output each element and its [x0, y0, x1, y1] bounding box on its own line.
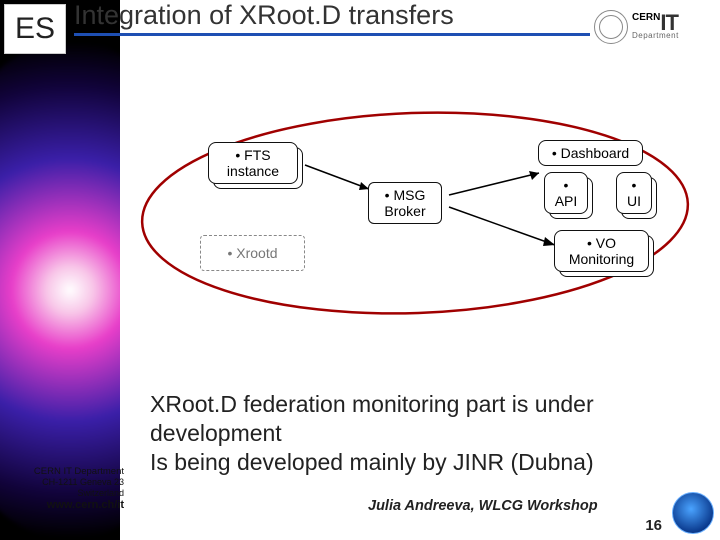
architecture-diagram: • FTS instance • MSG Broker • Dashboard … [130, 100, 705, 350]
addr-line-3: Switzerland [2, 488, 124, 499]
cern-rings-icon [594, 10, 628, 44]
sidebar-decoration [0, 0, 120, 540]
slide-title: Integration of XRoot.D transfers [74, 0, 590, 36]
node-vo-monitoring: • VO Monitoring [554, 230, 649, 272]
node-ui: • UI [616, 172, 652, 214]
node-fts-instance: • FTS instance [208, 142, 298, 184]
addr-line-2: CH-1211 Geneva 23 [2, 477, 124, 488]
node-dashboard: • Dashboard [538, 140, 643, 166]
node-api: • API [544, 172, 588, 214]
node-xrootd: • Xrootd [200, 235, 305, 271]
cern-globe-icon [672, 492, 714, 534]
es-badge: ES [4, 4, 66, 54]
slide: ES Integration of XRoot.D transfers CERN… [0, 0, 720, 540]
body-paragraph: XRoot.D federation monitoring part is un… [150, 390, 690, 476]
addr-line-1: CERN IT Department [2, 466, 124, 477]
footer-url: www.cern.ch/it [2, 499, 124, 512]
page-number: 16 [645, 517, 662, 534]
node-msg-broker: • MSG Broker [368, 182, 442, 224]
footer-address: CERN IT Department CH-1211 Geneva 23 Swi… [2, 466, 124, 512]
logo-dept-label: Department [632, 33, 679, 40]
author-credit: Julia Andreeva, WLCG Workshop [368, 498, 598, 514]
cern-it-logo: CERNIT Department [594, 6, 712, 48]
